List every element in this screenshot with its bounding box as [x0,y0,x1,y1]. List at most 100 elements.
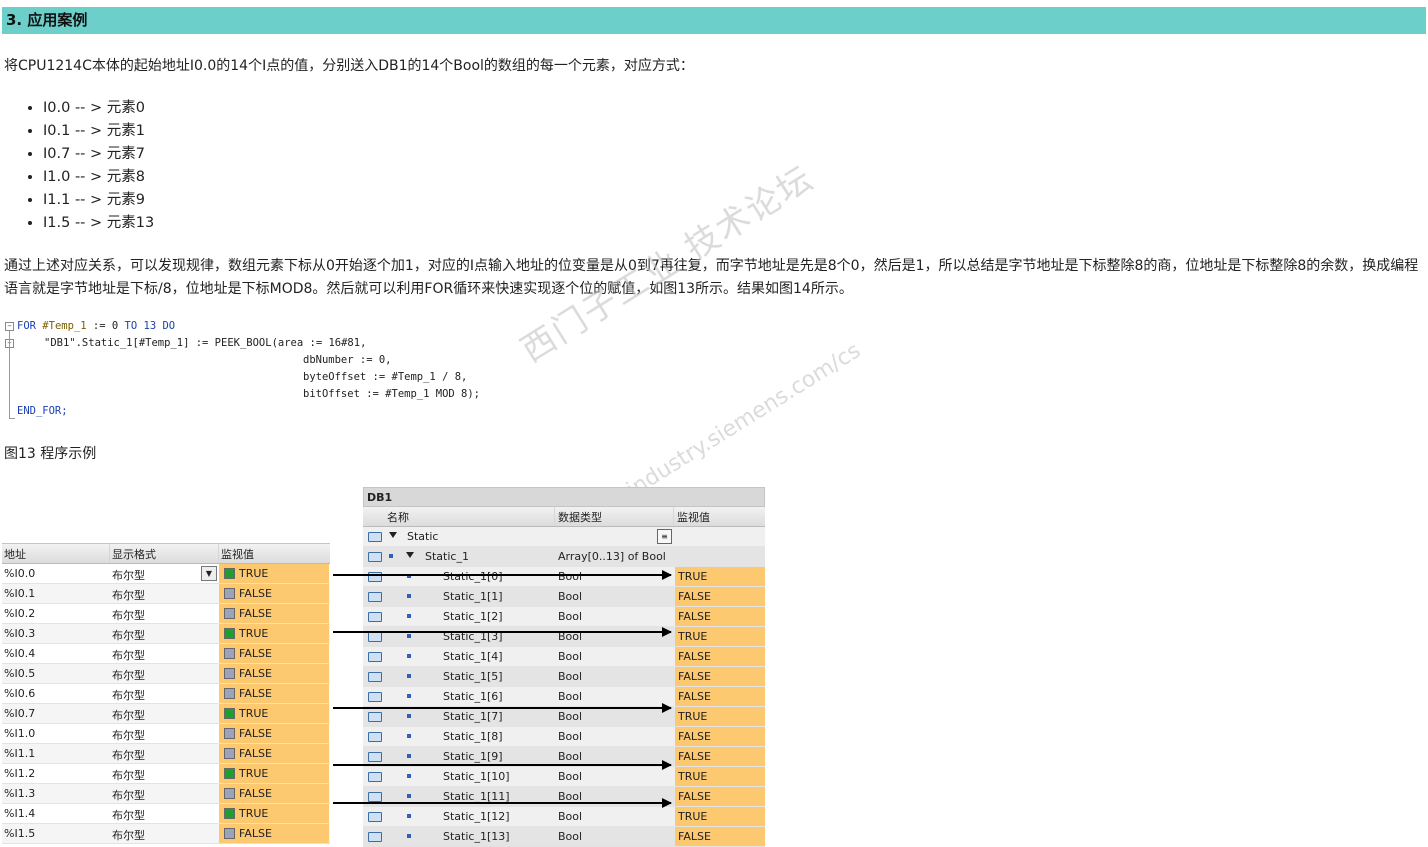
value-cell: TRUE [675,807,765,826]
col-format[interactable]: 显示格式 [112,546,156,562]
db-tag-icon [368,692,382,702]
list-icon[interactable]: ≡ [657,529,672,544]
value-text: FALSE [678,730,711,743]
table-row[interactable]: Static_1[2] Bool FALSE [363,607,765,627]
table-row[interactable]: %I0.0 布尔型 ▼ TRUE [2,564,330,584]
element-type: Bool [558,570,583,583]
table-row[interactable]: %I0.3 布尔型 TRUE [2,624,330,644]
value-cell: FALSE [219,824,329,843]
section-title: 3. 应用案例 [2,7,1426,34]
watch-table: 地址 显示格式 监视值 %I0.0 布尔型 ▼ TRUE %I0.1 布尔型 FALSE %I… [2,543,330,844]
list-item: I0.7 -- > 元素7 [43,143,154,166]
col-value[interactable]: 监视值 [677,509,710,525]
db-tag-icon [368,712,382,722]
value-cell: TRUE [219,704,329,723]
mapping-list: I0.0 -- > 元素0 I0.1 -- > 元素1 I0.7 -- > 元素… [0,97,154,235]
code-line-3: dbNumber := 0, [303,354,392,366]
table-row[interactable]: %I1.4 布尔型 TRUE [2,804,330,824]
element-type: Bool [558,770,583,783]
true-indicator-icon [224,808,235,819]
false-indicator-icon [224,588,235,599]
table-row[interactable]: Static ≡ [363,527,765,547]
col-address[interactable]: 地址 [4,546,26,562]
format-cell[interactable]: 布尔型 [112,767,145,783]
col-value[interactable]: 监视值 [221,546,254,562]
element-name: Static_1[2] [443,610,503,623]
value-cell: FALSE [219,684,329,703]
value-cell: FALSE [675,647,765,666]
table-row[interactable]: %I0.1 布尔型 FALSE [2,584,330,604]
table-row[interactable]: %I1.3 布尔型 FALSE [2,784,330,804]
format-cell[interactable]: 布尔型 [112,647,145,663]
db-tag-icon [368,572,382,582]
bullet-icon [407,734,411,738]
col-type[interactable]: 数据类型 [558,509,602,525]
bullet-icon [407,774,411,778]
table-row[interactable]: Static_1[5] Bool FALSE [363,667,765,687]
list-item: I0.1 -- > 元素1 [43,120,154,143]
table-row[interactable]: Static_1[3] Bool TRUE [363,627,765,647]
table-row[interactable]: %I0.4 布尔型 FALSE [2,644,330,664]
value-text: FALSE [239,727,272,740]
table-row[interactable]: Static_1 Array[0..13] of Bool [363,547,765,567]
format-cell[interactable]: 布尔型 [112,747,145,763]
format-cell[interactable]: 布尔型 [112,807,145,823]
bullet-icon [407,814,411,818]
table-row[interactable]: %I1.1 布尔型 FALSE [2,744,330,764]
chevron-down-icon[interactable]: ▼ [201,566,217,581]
table-row[interactable]: Static_1[11] Bool FALSE [363,787,765,807]
intro-paragraph: 将CPU1214C本体的起始地址I0.0的14个I点的值，分别送入DB1的14个… [4,58,694,74]
format-cell[interactable]: 布尔型 [112,727,145,743]
value-cell: TRUE [675,707,765,726]
element-name: Static_1[8] [443,730,503,743]
value-text: TRUE [678,570,708,583]
format-cell[interactable]: 布尔型 [112,627,145,643]
table-row[interactable]: Static_1[13] Bool FALSE [363,827,765,847]
false-indicator-icon [224,828,235,839]
table-row[interactable]: Static_1[10] Bool TRUE [363,767,765,787]
table-row[interactable]: %I0.5 布尔型 FALSE [2,664,330,684]
address-cell: %I1.0 [4,727,36,740]
table-row[interactable]: Static_1[0] Bool TRUE [363,567,765,587]
bullet-icon [407,594,411,598]
table-row[interactable]: %I0.2 布尔型 FALSE [2,604,330,624]
value-cell: FALSE [219,784,329,803]
element-type: Bool [558,750,583,763]
expand-icon[interactable] [406,552,414,558]
format-cell[interactable]: 布尔型 [112,667,145,683]
address-cell: %I0.7 [4,707,36,720]
table-body: Static_1[0] Bool TRUE Static_1[1] Bool FALSE S… [363,567,765,847]
format-cell[interactable]: 布尔型 [112,787,145,803]
table-row[interactable]: Static_1[4] Bool FALSE [363,647,765,667]
db-tag-icon [368,532,382,542]
table-row[interactable]: %I1.5 布尔型 FALSE [2,824,330,844]
table-row[interactable]: %I0.7 布尔型 TRUE [2,704,330,724]
format-cell[interactable]: 布尔型 [112,687,145,703]
format-cell[interactable]: 布尔型 [112,567,145,583]
table-row[interactable]: %I0.6 布尔型 FALSE [2,684,330,704]
format-cell[interactable]: 布尔型 [112,707,145,723]
table-row[interactable]: Static_1[6] Bool FALSE [363,687,765,707]
expand-icon[interactable] [389,532,397,538]
table-row[interactable]: Static_1[12] Bool TRUE [363,807,765,827]
col-name[interactable]: 名称 [387,509,409,525]
value-cell: TRUE [675,767,765,786]
value-cell: TRUE [219,624,329,643]
table-row[interactable]: Static_1[8] Bool FALSE [363,727,765,747]
value-cell: FALSE [219,644,329,663]
value-text: TRUE [678,770,708,783]
table-row[interactable]: %I1.0 布尔型 FALSE [2,724,330,744]
table-row[interactable]: Static_1[9] Bool FALSE [363,747,765,767]
format-cell[interactable]: 布尔型 [112,827,145,843]
format-cell[interactable]: 布尔型 [112,607,145,623]
db-tag-icon [368,732,382,742]
false-indicator-icon [224,648,235,659]
collapse-icon[interactable]: − [5,322,14,331]
table-row[interactable]: %I1.2 布尔型 TRUE [2,764,330,784]
format-cell[interactable]: 布尔型 [112,587,145,603]
table-row[interactable]: Static_1[1] Bool FALSE [363,587,765,607]
list-item: I0.0 -- > 元素0 [43,97,154,120]
db-table: DB1 名称 数据类型 监视值 Static ≡ Static_1 Array[… [363,487,765,847]
bullet-icon [389,554,393,558]
table-row[interactable]: Static_1[7] Bool TRUE [363,707,765,727]
